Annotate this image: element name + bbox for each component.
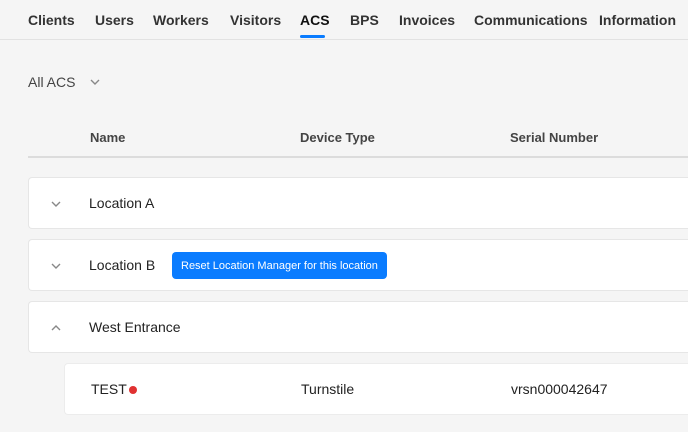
device-row[interactable]: TEST Turnstile vrsn000042647	[64, 363, 688, 415]
serial-number: vrsn000042647	[511, 381, 608, 397]
reset-location-manager-button[interactable]: Reset Location Manager for this location	[172, 252, 387, 279]
nav-tab-acs[interactable]: ACS	[300, 12, 330, 28]
location-name: Location B	[89, 257, 156, 273]
acs-filter-label: All ACS	[28, 74, 76, 90]
status-dot-icon	[129, 386, 137, 394]
chevron-down-icon[interactable]	[50, 260, 62, 272]
device-type: Turnstile	[301, 381, 355, 397]
top-nav: Clients Users Workers Visitors ACS BPS I…	[0, 0, 688, 40]
location-name: Location A	[89, 195, 155, 211]
column-header-device-type: Device Type	[300, 130, 375, 145]
nav-tab-bps[interactable]: BPS	[350, 12, 379, 28]
nav-tab-workers[interactable]: Workers	[153, 12, 209, 28]
nav-tab-information[interactable]: Information	[599, 12, 676, 28]
active-tab-indicator	[300, 35, 325, 38]
column-header-serial-number: Serial Number	[510, 130, 599, 145]
nav-tab-users[interactable]: Users	[95, 12, 134, 28]
chevron-down-icon[interactable]	[50, 198, 62, 210]
nav-tab-clients[interactable]: Clients	[28, 12, 75, 28]
chevron-up-icon[interactable]	[50, 322, 62, 334]
location-row-location-b[interactable]: Location B Reset Location Manager for th…	[28, 239, 688, 291]
chevron-down-icon	[90, 79, 100, 85]
device-name: TEST	[91, 381, 127, 397]
location-name: West Entrance	[89, 319, 181, 335]
nav-tab-visitors[interactable]: Visitors	[230, 12, 281, 28]
nav-tab-invoices[interactable]: Invoices	[399, 12, 455, 28]
acs-filter-dropdown[interactable]: All ACS	[28, 73, 101, 91]
nav-tab-communications[interactable]: Communications	[474, 12, 588, 28]
column-header-name: Name	[90, 130, 126, 145]
location-row-location-a[interactable]: Location A	[28, 177, 688, 229]
location-row-west-entrance[interactable]: West Entrance	[28, 301, 688, 353]
table-header: Name Device Type Serial Number	[28, 118, 688, 158]
